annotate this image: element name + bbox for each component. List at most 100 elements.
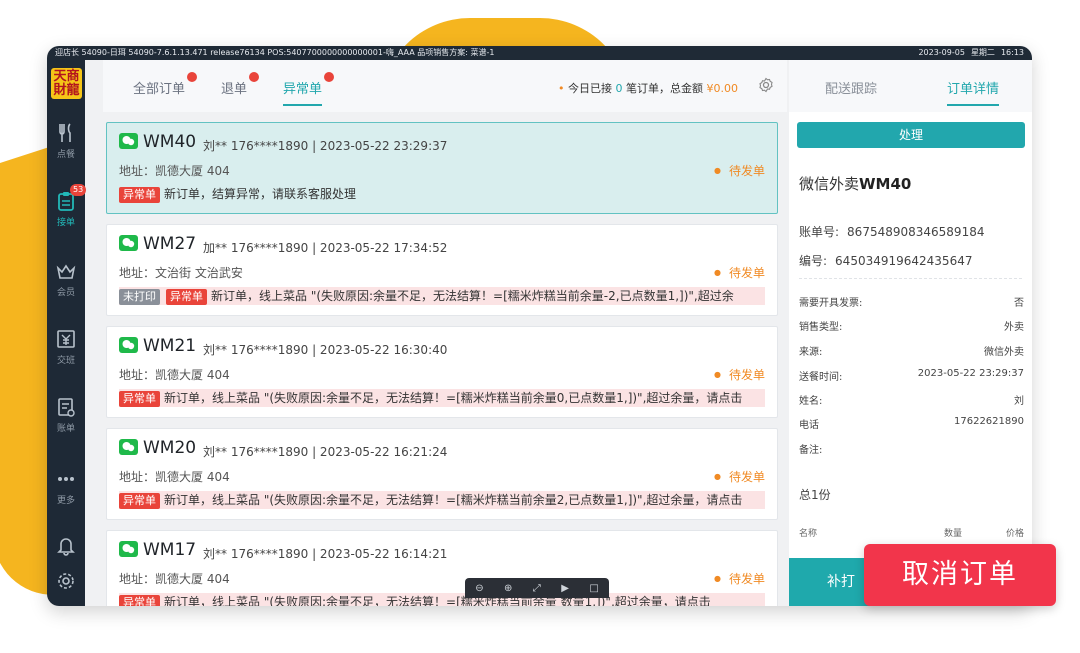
detail-field: 需要开具发票: 否 xyxy=(799,298,1024,309)
exception-tag: 异常单 xyxy=(119,595,160,606)
order-amount: ¥0.00 xyxy=(706,82,739,95)
order-detail-panel: 配送跟踪 订单详情 处理 微信外卖WM40 账单号: 86754890834658… xyxy=(789,60,1032,606)
bell-icon xyxy=(57,538,75,556)
order-meta: 刘** 176****1890 | 2023-05-22 16:14:21 xyxy=(203,547,448,561)
order-address: 地址：文治街 文治武安 xyxy=(119,266,243,280)
not-printed-tag: 未打印 xyxy=(119,289,160,305)
exception-tag: 异常单 xyxy=(119,391,160,407)
gear-icon[interactable] xyxy=(758,77,774,93)
order-status: 待发单 xyxy=(714,366,765,383)
sidebar-item-label: 交班 xyxy=(56,356,75,366)
tab-dot-indicator xyxy=(249,72,260,82)
order-meta: 刘** 176****1890 | 2023-05-22 16:21:24 xyxy=(203,445,448,459)
notifications-button[interactable] xyxy=(47,534,85,556)
tab-exceptions[interactable]: 异常单 xyxy=(283,72,335,106)
sidebar-item-more[interactable]: 更多 xyxy=(47,468,85,506)
page-stage: 迎店长 54090-日珥 54090-7.6.1.13.471 release7… xyxy=(0,0,1080,653)
order-code: WM17 xyxy=(143,540,197,560)
pos-device-window: 迎店长 54090-日珥 54090-7.6.1.13.471 release7… xyxy=(47,46,1032,606)
status-bar-clock: 2023-09-05 星期二 16:13 xyxy=(918,46,1024,60)
order-meta: 刘** 176****1890 | 2023-05-22 16:30:40 xyxy=(203,343,448,357)
sidebar-item-shift[interactable]: 交班 xyxy=(47,328,85,366)
order-code: WM27 xyxy=(143,234,197,254)
zoom-in-icon[interactable]: ⊕ xyxy=(504,583,512,594)
order-card[interactable]: WM27 加** 176****1890 | 2023-05-22 17:34:… xyxy=(106,224,778,316)
wechat-icon xyxy=(119,439,138,455)
tab-dot-indicator xyxy=(324,72,335,82)
order-card[interactable]: WM20 刘** 176****1890 | 2023-05-22 16:21:… xyxy=(106,428,778,520)
order-meta: 刘** 176****1890 | 2023-05-22 23:29:37 xyxy=(203,139,448,153)
sidebar-item-bills[interactable]: 账单 xyxy=(47,396,85,434)
status-bar: 迎店长 54090-日珥 54090-7.6.1.13.471 release7… xyxy=(47,46,1032,60)
detail-field: 电话 17622621890 xyxy=(799,416,1024,431)
order-card[interactable]: WM40 刘** 176****1890 | 2023-05-22 23:29:… xyxy=(106,122,778,214)
zoom-out-icon[interactable]: ⊖ xyxy=(475,583,483,594)
order-address: 地址：凯德大厦 404 xyxy=(119,164,230,178)
order-message: 异常单 新订单，线上菜品 "(失败原因:余量不足，无法结算！=[糯米炸糕当前余量2… xyxy=(119,491,765,509)
status-date: 2023-09-05 xyxy=(918,48,965,57)
total-items: 总1份 xyxy=(799,488,831,502)
bill-icon xyxy=(58,398,75,417)
detail-tabs: 配送跟踪 订单详情 xyxy=(789,60,1032,112)
order-address: 地址：凯德大厦 404 xyxy=(119,470,230,484)
order-status: 待发单 xyxy=(714,264,765,281)
settings-button[interactable] xyxy=(47,570,85,592)
floating-toolbar: ⊖ ⊕ ⤢ ▶ □ xyxy=(465,578,609,598)
order-message: 未打印 异常单 新订单，线上菜品 "(失败原因:余量不足，无法结算！=[糯米炸糕当前… xyxy=(119,287,765,305)
detail-field: 来源: 微信外卖 xyxy=(799,347,1024,358)
sidebar-item-label: 接单 xyxy=(56,218,75,228)
tab-dot-indicator xyxy=(187,72,198,82)
fullscreen-icon[interactable]: ⤢ xyxy=(533,583,541,594)
exception-tag: 异常单 xyxy=(119,493,160,509)
detail-title: 微信外卖WM40 xyxy=(799,175,912,193)
tab-all-orders[interactable]: 全部订单 xyxy=(133,72,198,97)
order-status: 待发单 xyxy=(714,570,765,587)
crown-icon xyxy=(56,264,76,279)
items-table-header: 名称 数量 价格 xyxy=(799,529,1024,539)
exception-tag: 异常单 xyxy=(166,289,207,305)
order-card[interactable]: WM17 刘** 176****1890 | 2023-05-22 16:14:… xyxy=(106,530,778,606)
order-message: 异常单 新订单，线上菜品 "(失败原因:余量不足，无法结算！=[糯米炸糕当前余量0… xyxy=(119,389,765,407)
wechat-icon xyxy=(119,337,138,353)
fork-knife-icon xyxy=(59,123,71,142)
tab-refunds[interactable]: 退单 xyxy=(221,72,260,97)
order-message: 异常单 新订单，结算异常，请联系客服处理 xyxy=(119,185,765,203)
order-card[interactable]: WM21 刘** 176****1890 | 2023-05-22 16:30:… xyxy=(106,326,778,418)
order-status: 待发单 xyxy=(714,162,765,179)
status-bar-info: 迎店长 54090-日珥 54090-7.6.1.13.471 release7… xyxy=(55,48,495,57)
order-count: 0 xyxy=(615,82,623,95)
stop-icon[interactable]: □ xyxy=(589,583,598,594)
sidebar: 天商財龍 点餐 53 接单 会员 交班 账单 更多 xyxy=(47,60,87,606)
sidebar-item-label: 点餐 xyxy=(56,150,75,160)
divider xyxy=(799,278,1022,279)
serial-number-row: 编号: 645034919642435647 xyxy=(799,254,973,268)
tab-order-details[interactable]: 订单详情 xyxy=(947,78,1000,106)
sidebar-item-members[interactable]: 会员 xyxy=(47,260,85,298)
unread-count-badge: 53 xyxy=(70,184,87,196)
tab-delivery-tracking[interactable]: 配送跟踪 xyxy=(825,78,877,97)
play-icon[interactable]: ▶ xyxy=(561,583,569,594)
order-status: 待发单 xyxy=(714,468,765,485)
sidebar-item-label: 更多 xyxy=(56,496,75,506)
status-time: 16:13 xyxy=(1000,48,1024,57)
order-code: WM40 xyxy=(143,132,197,152)
cancel-order-button[interactable]: 取消订单 xyxy=(864,544,1056,606)
status-weekday: 星期二 xyxy=(970,48,995,57)
more-icon xyxy=(58,477,74,481)
sidebar-item-label: 账单 xyxy=(56,424,75,434)
wechat-icon xyxy=(119,541,138,557)
detail-field: 销售类型: 外卖 xyxy=(799,322,1024,333)
order-message: 异常单 新订单，线上菜品 "(失败原因:余量不足，无法结算！=[糯米炸糕当前余量 … xyxy=(119,593,765,606)
wechat-icon xyxy=(119,133,138,149)
order-code: WM21 xyxy=(143,336,197,356)
order-meta: 加** 176****1890 | 2023-05-22 17:34:52 xyxy=(203,241,448,255)
sidebar-item-label: 会员 xyxy=(56,288,75,298)
detail-field: 送餐时间: 2023-05-22 23:29:37 xyxy=(799,368,1024,383)
sidebar-item-order[interactable]: 点餐 xyxy=(47,122,85,160)
handle-button[interactable]: 处理 xyxy=(797,122,1025,148)
gear-icon xyxy=(58,573,74,589)
brand-logo: 天商財龍 xyxy=(51,68,82,99)
order-list-panel: 全部订单 退单 异常单 • 今日已接 0 笔订单，总金额 ¥0.00 WM40 … xyxy=(103,60,787,606)
exception-tag: 异常单 xyxy=(119,187,160,203)
sidebar-item-accept-orders[interactable]: 53 接单 xyxy=(47,184,87,228)
